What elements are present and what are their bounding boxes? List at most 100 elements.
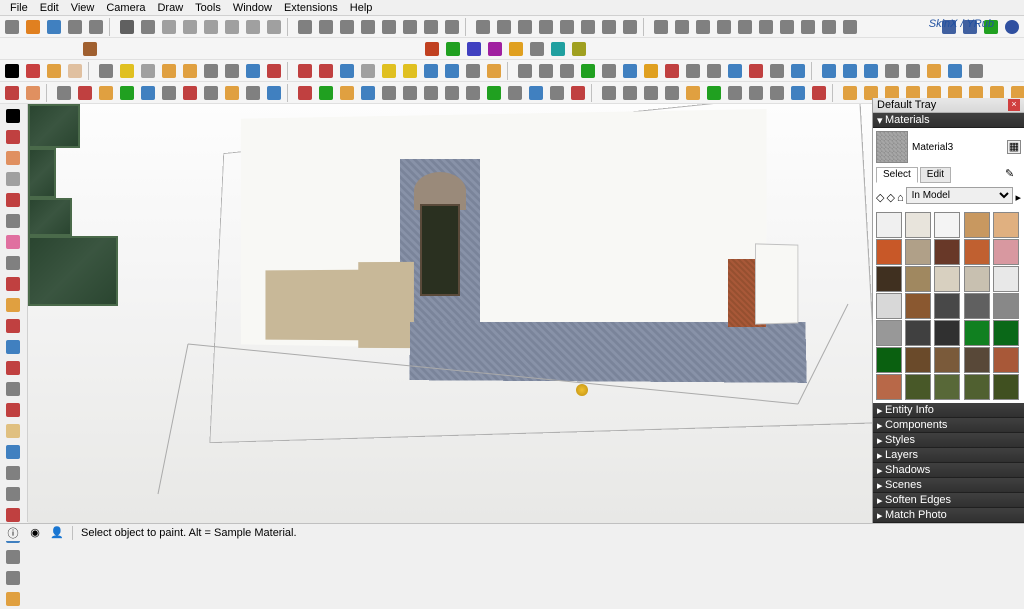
toolbar-button[interactable] [484, 61, 504, 81]
home-icon[interactable]: ⌂ [897, 192, 904, 204]
toolbar-button[interactable] [463, 61, 483, 81]
menu-view[interactable]: View [65, 2, 101, 14]
toolbar-button[interactable] [65, 61, 85, 81]
toolbar-button[interactable] [358, 83, 378, 103]
toolbar-button[interactable] [840, 17, 860, 37]
toolbar-button[interactable] [473, 17, 493, 37]
orbit-tool[interactable] [2, 484, 24, 504]
toolbar-button[interactable] [536, 17, 556, 37]
toolbar-button[interactable] [505, 83, 525, 103]
toolbar-button[interactable] [337, 61, 357, 81]
toolbar-button[interactable] [620, 61, 640, 81]
toolbar-button[interactable] [442, 17, 462, 37]
tool-a-tool[interactable] [2, 568, 24, 588]
toolbar-button[interactable] [840, 83, 860, 103]
toolbar-button[interactable] [568, 83, 588, 103]
nav-fwd-button[interactable]: ◇ [886, 191, 894, 204]
material-swatch[interactable] [934, 239, 960, 265]
toolbar-button[interactable] [557, 61, 577, 81]
toolbar-button[interactable] [746, 61, 766, 81]
toolbar-button[interactable] [704, 61, 724, 81]
rotate-tool[interactable] [2, 337, 24, 357]
material-swatch[interactable] [993, 266, 1019, 292]
toolbar-button[interactable] [316, 17, 336, 37]
toolbar-button[interactable] [463, 83, 483, 103]
toolbar-button[interactable] [117, 83, 137, 103]
toolbar-button[interactable] [819, 61, 839, 81]
toolbar-button[interactable] [767, 83, 787, 103]
material-swatch[interactable] [934, 320, 960, 346]
toolbar-button[interactable] [421, 17, 441, 37]
toolbar-button[interactable] [117, 17, 137, 37]
material-swatch[interactable] [905, 212, 931, 238]
material-swatch[interactable] [993, 320, 1019, 346]
toolbar-button[interactable] [536, 61, 556, 81]
toolbar-button[interactable] [746, 83, 766, 103]
toolbar-button[interactable] [422, 39, 442, 59]
menu-camera[interactable]: Camera [100, 2, 151, 14]
toolbar-button[interactable] [54, 83, 74, 103]
rect-tool[interactable] [2, 169, 24, 189]
toolbar-button[interactable] [578, 17, 598, 37]
toolbar-button[interactable] [527, 39, 547, 59]
toolbar-button[interactable] [159, 83, 179, 103]
toolbar-button[interactable] [547, 83, 567, 103]
toolbar-button[interactable] [80, 39, 100, 59]
toolbar-button[interactable] [506, 39, 526, 59]
material-swatch[interactable] [964, 239, 990, 265]
freehand-tool[interactable] [2, 253, 24, 273]
material-swatch[interactable] [993, 212, 1019, 238]
material-swatch[interactable] [964, 266, 990, 292]
toolbar-button[interactable] [96, 83, 116, 103]
toolbar-button[interactable] [316, 61, 336, 81]
toolbar-button[interactable] [159, 17, 179, 37]
toolbar-button[interactable] [264, 61, 284, 81]
toolbar-button[interactable] [400, 17, 420, 37]
material-swatch[interactable] [876, 374, 902, 400]
toolbar-button[interactable] [714, 17, 734, 37]
toolbar-button[interactable] [620, 83, 640, 103]
toolbar-button[interactable] [295, 83, 315, 103]
toolbar-button[interactable] [924, 61, 944, 81]
toolbar-button[interactable] [222, 61, 242, 81]
material-swatch[interactable] [905, 293, 931, 319]
menu-edit[interactable]: Edit [34, 2, 65, 14]
axes-tool[interactable] [2, 442, 24, 462]
toolbar-button[interactable] [23, 61, 43, 81]
pushpull-tool[interactable] [2, 274, 24, 294]
tab-edit[interactable]: Edit [920, 167, 951, 183]
material-swatch[interactable] [876, 293, 902, 319]
toolbar-button[interactable] [295, 61, 315, 81]
collection-menu-button[interactable]: ▸ [1015, 191, 1021, 204]
panel-head-materials[interactable]: ▾ Materials [873, 113, 1024, 128]
skin-play-button[interactable] [981, 17, 1001, 37]
toolbar-button[interactable] [358, 17, 378, 37]
toolbar-button[interactable] [840, 61, 860, 81]
toolbar-button[interactable] [819, 17, 839, 37]
toolbar-button[interactable] [180, 83, 200, 103]
material-swatch[interactable] [876, 239, 902, 265]
collection-select[interactable]: In Model [906, 187, 1014, 204]
toolbar-button[interactable] [2, 17, 22, 37]
toolbar-button[interactable] [379, 17, 399, 37]
material-swatch[interactable] [905, 347, 931, 373]
toolbar-button[interactable] [683, 61, 703, 81]
toolbar-button[interactable] [548, 39, 568, 59]
toolbar-button[interactable] [201, 17, 221, 37]
dim-tool[interactable] [2, 463, 24, 483]
toolbar-button[interactable] [138, 83, 158, 103]
toolbar-button[interactable] [515, 61, 535, 81]
toolbar-button[interactable] [201, 61, 221, 81]
toolbar-button[interactable] [337, 83, 357, 103]
material-swatch[interactable] [934, 293, 960, 319]
paint-tool[interactable] [2, 148, 24, 168]
toolbar-button[interactable] [672, 17, 692, 37]
menu-window[interactable]: Window [227, 2, 278, 14]
tape-tool[interactable] [2, 379, 24, 399]
toolbar-button[interactable] [23, 83, 43, 103]
tab-select[interactable]: Select [876, 167, 918, 183]
toolbar-button[interactable] [756, 17, 776, 37]
select-tool[interactable] [2, 106, 24, 126]
toolbar-button[interactable] [651, 17, 671, 37]
offset-tool[interactable] [2, 295, 24, 315]
